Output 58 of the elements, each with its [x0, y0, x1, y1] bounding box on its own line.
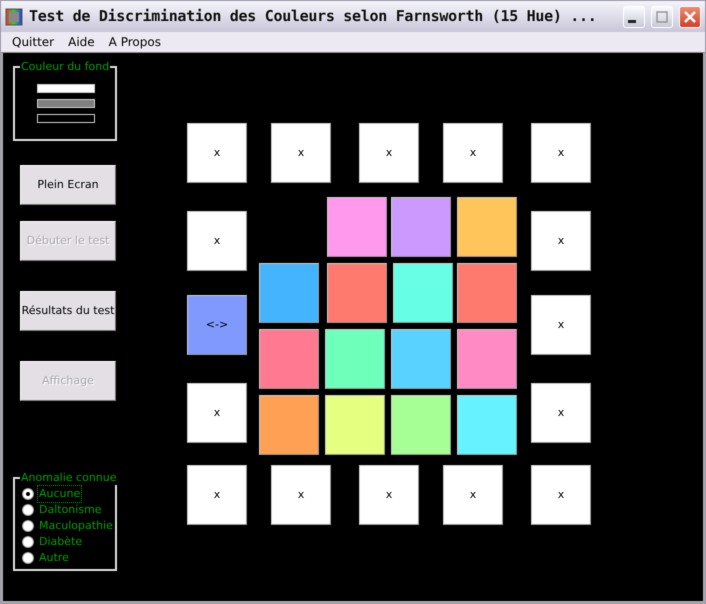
color-cap[interactable] — [325, 329, 385, 389]
color-slot[interactable]: x — [531, 211, 591, 271]
color-slot[interactable]: x — [531, 295, 591, 355]
color-cap[interactable] — [259, 263, 319, 323]
close-icon — [683, 10, 697, 24]
radio-label[interactable]: Aucune — [38, 486, 82, 502]
radio-button[interactable] — [22, 520, 34, 532]
color-slot[interactable]: <-> — [187, 295, 247, 355]
radio-label[interactable]: Maculopathie — [38, 518, 114, 534]
color-slot[interactable]: x — [359, 465, 419, 525]
color-slot[interactable]: x — [443, 123, 503, 183]
color-slot[interactable]: x — [187, 383, 247, 443]
color-cap[interactable] — [457, 329, 517, 389]
radio-label[interactable]: Autre — [38, 550, 70, 566]
window-title: Test de Discrimination des Couleurs selon Farnsworth (15 Hue) ... — [29, 6, 598, 28]
maximize-button[interactable] — [651, 6, 673, 28]
radio-button[interactable] — [22, 536, 34, 548]
radio-label[interactable]: Diabète — [38, 534, 84, 550]
radio-button[interactable] — [22, 504, 34, 516]
color-cap[interactable] — [391, 197, 451, 257]
color-slot[interactable]: x — [359, 123, 419, 183]
color-slot[interactable]: x — [271, 123, 331, 183]
radio-button[interactable] — [22, 552, 34, 564]
test-button[interactable]: Plein Ecran — [20, 165, 116, 205]
color-cap[interactable] — [457, 395, 517, 455]
color-cap[interactable] — [325, 395, 385, 455]
color-cap[interactable] — [457, 263, 517, 323]
color-slot[interactable]: x — [187, 211, 247, 271]
color-cap[interactable] — [391, 329, 451, 389]
color-option[interactable] — [37, 99, 95, 108]
minimize-icon — [628, 20, 636, 23]
menu-item[interactable]: A Propos — [102, 33, 168, 51]
color-cap[interactable] — [393, 263, 453, 323]
color-cap[interactable] — [327, 197, 387, 257]
color-cap[interactable] — [259, 329, 319, 389]
menu-item[interactable]: Quitter — [5, 33, 62, 51]
color-cap[interactable] — [457, 197, 517, 257]
color-slot[interactable]: x — [531, 383, 591, 443]
color-slot[interactable]: x — [531, 465, 591, 525]
radio-button[interactable] — [22, 488, 34, 500]
color-cap[interactable] — [259, 395, 319, 455]
group-label: Anomalie connue — [20, 471, 118, 485]
close-button[interactable] — [679, 6, 701, 28]
color-cap[interactable] — [391, 395, 451, 455]
color-slot[interactable]: x — [187, 123, 247, 183]
color-cap[interactable] — [327, 263, 387, 323]
color-slot[interactable]: x — [443, 465, 503, 525]
radio-label[interactable]: Daltonisme — [38, 502, 103, 518]
maximize-icon — [656, 10, 668, 22]
color-slot[interactable]: x — [187, 465, 247, 525]
minimize-button[interactable] — [623, 6, 645, 28]
app-icon — [5, 8, 23, 26]
color-slot[interactable]: x — [531, 123, 591, 183]
menu-item[interactable]: Aide — [61, 33, 102, 51]
color-slot[interactable]: x — [271, 465, 331, 525]
color-option[interactable] — [37, 114, 95, 123]
color-option[interactable] — [37, 84, 95, 93]
test-button[interactable]: Résultats du test — [20, 291, 116, 331]
